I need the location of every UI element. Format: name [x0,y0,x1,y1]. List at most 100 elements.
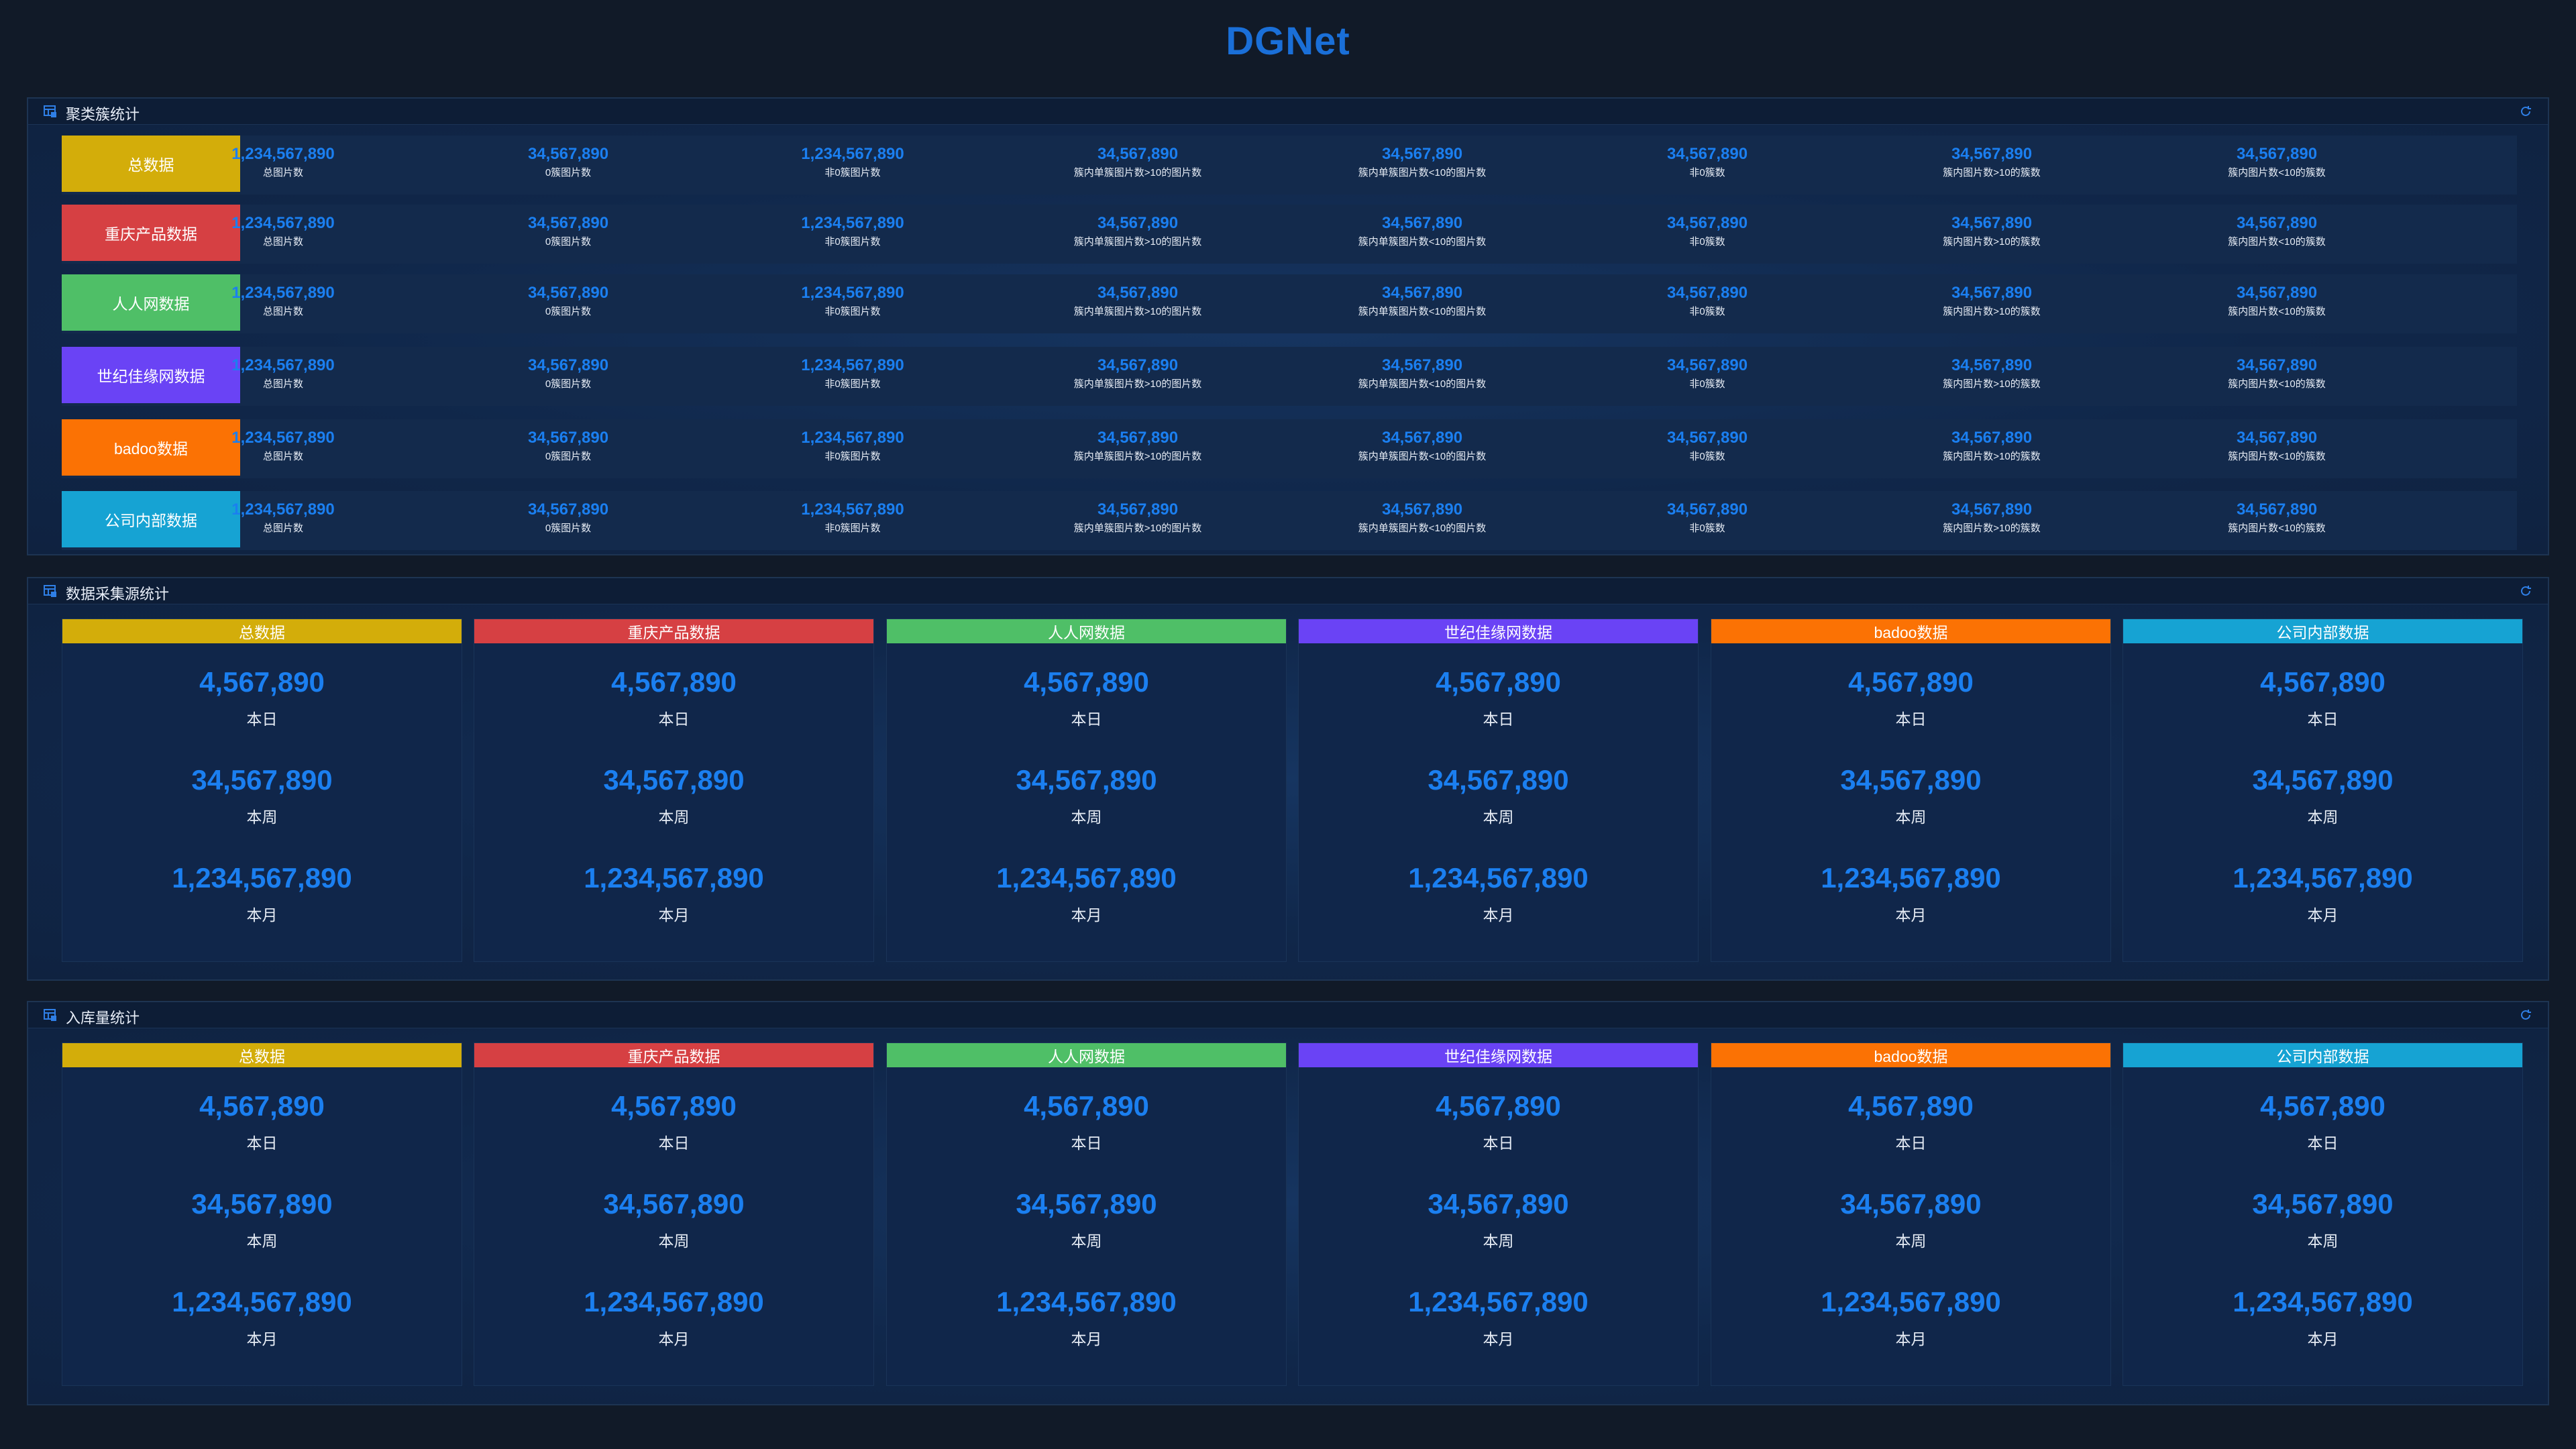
card-header[interactable]: 公司内部数据 [2123,619,2522,643]
metric-caption: 非0簇数 [1689,236,1725,248]
card-header[interactable]: 总数据 [62,619,462,643]
source-card: 重庆产品数据 4,567,890 本日 34,567,890 本周 1,234,567,8… [474,1042,874,1386]
stat-block: 34,567,890 本周 [474,764,873,827]
metric-caption: 簇内单簇图片数>10的图片数 [1073,451,1202,462]
stat-label: 本日 [2307,1134,2339,1152]
refresh-icon[interactable] [2518,104,2533,119]
source-card: 人人网数据 4,567,890 本日 34,567,890 本周 1,234,567,89… [886,619,1287,962]
stat-value: 1,234,567,890 [1408,1286,1589,1318]
stat-label: 本日 [2307,710,2339,728]
stat-block: 34,567,890 本周 [887,1188,1286,1251]
stat-value: 1,234,567,890 [2233,862,2413,894]
cluster-metric: 34,567,890 0簇图片数 [426,274,710,333]
table-icon [44,1009,56,1021]
card-header[interactable]: 重庆产品数据 [474,619,873,643]
cluster-metric: 34,567,890 非0簇数 [1565,347,1849,406]
cluster-row: 世纪佳缘网数据 1,234,567,890 总图片数 34,567,890 0簇图片数 1… [62,347,2517,406]
card-header[interactable]: 总数据 [62,1043,462,1067]
cluster-metric: 34,567,890 簇内单簇图片数<10的图片数 [1280,136,1564,195]
metric-value: 1,234,567,890 [801,356,904,374]
cluster-row: 重庆产品数据 1,234,567,890 总图片数 34,567,890 0簇图片数 1,… [62,205,2517,264]
metric-caption: 簇内单簇图片数>10的图片数 [1073,167,1202,178]
cluster-metric: 34,567,890 簇内图片数<10的簇数 [2135,274,2419,333]
stat-label: 本日 [1483,710,1514,728]
metric-caption: 非0簇数 [1689,306,1725,317]
cluster-metric: 1,234,567,890 非0簇图片数 [710,205,995,264]
metric-value: 34,567,890 [1666,429,1748,447]
metric-value: 34,567,890 [527,429,609,447]
stat-label: 本周 [1483,1232,1514,1250]
cluster-metric: 34,567,890 簇内单簇图片数>10的图片数 [996,491,1280,550]
cluster-metric: 1,234,567,890 总图片数 [141,491,425,550]
metric-value: 1,234,567,890 [801,214,904,232]
cluster-metric: 34,567,890 簇内单簇图片数<10的图片数 [1280,491,1564,550]
stat-value: 1,234,567,890 [996,862,1177,894]
cluster-metric: 34,567,890 簇内单簇图片数>10的图片数 [996,136,1280,195]
card-header[interactable]: 人人网数据 [887,619,1286,643]
stat-label: 本月 [1895,906,1927,924]
stat-label: 本周 [1071,1232,1102,1250]
metric-value: 34,567,890 [1381,214,1463,232]
stat-label: 本周 [1895,1232,1927,1250]
metric-caption: 簇内图片数<10的簇数 [2228,306,2326,317]
metric-value: 34,567,890 [527,500,609,519]
metric-caption: 簇内单簇图片数<10的图片数 [1358,236,1487,248]
stat-value: 34,567,890 [1016,1188,1157,1220]
cluster-metric: 1,234,567,890 非0簇图片数 [710,136,995,195]
stat-block: 4,567,890 本日 [1711,1090,2110,1153]
stat-value: 1,234,567,890 [2233,1286,2413,1318]
stat-block: 4,567,890 本日 [887,666,1286,729]
metric-caption: 簇内图片数>10的簇数 [1943,451,2041,462]
stat-block: 4,567,890 本日 [2123,666,2522,729]
stat-block: 1,234,567,890 本月 [2123,1286,2522,1349]
metric-value: 1,234,567,890 [801,429,904,447]
panel-header: 入库量统计 [28,1002,2548,1028]
metric-caption: 簇内图片数<10的簇数 [2228,167,2326,178]
stat-label: 本周 [2307,808,2339,826]
cluster-metric: 34,567,890 0簇图片数 [426,419,710,478]
metric-value: 34,567,890 [1097,500,1179,519]
stat-block: 1,234,567,890 本月 [474,1286,873,1349]
metric-caption: 簇内单簇图片数<10的图片数 [1358,451,1487,462]
cluster-metric: 34,567,890 非0簇数 [1565,136,1849,195]
metric-value: 34,567,890 [1666,356,1748,374]
metric-caption: 总图片数 [262,236,303,248]
collection-stats-panel: 数据采集源统计 总数据 4,567,890 本日 34,567,890 本周 1,234,… [27,577,2549,981]
cluster-metric: 34,567,890 0簇图片数 [426,347,710,406]
card-header[interactable]: badoo数据 [1711,1043,2110,1067]
cluster-metric: 34,567,890 簇内单簇图片数<10的图片数 [1280,274,1564,333]
metric-caption: 簇内单簇图片数<10的图片数 [1358,306,1487,317]
card-header[interactable]: badoo数据 [1711,619,2110,643]
stat-value: 4,567,890 [1024,666,1149,698]
cluster-metric: 1,234,567,890 总图片数 [141,136,425,195]
card-header[interactable]: 重庆产品数据 [474,1043,873,1067]
refresh-icon[interactable] [2518,584,2533,598]
card-header[interactable]: 公司内部数据 [2123,1043,2522,1067]
metric-caption: 簇内图片数>10的簇数 [1943,523,2041,534]
metric-caption: 非0簇图片数 [824,378,881,390]
metric-value: 1,234,567,890 [231,356,335,374]
metric-value: 34,567,890 [527,214,609,232]
metric-value: 34,567,890 [1951,429,2033,447]
metric-caption: 总图片数 [262,378,303,390]
metric-value: 34,567,890 [1381,145,1463,163]
metric-caption: 非0簇图片数 [824,306,881,317]
card-header[interactable]: 世纪佳缘网数据 [1299,619,1698,643]
metric-caption: 总图片数 [262,306,303,317]
metric-value: 34,567,890 [2236,429,2318,447]
cluster-metric: 34,567,890 簇内图片数>10的簇数 [1849,205,2134,264]
card-header[interactable]: 人人网数据 [887,1043,1286,1067]
metric-value: 34,567,890 [1381,356,1463,374]
cluster-metric: 34,567,890 簇内单簇图片数<10的图片数 [1280,205,1564,264]
cluster-metric: 1,234,567,890 非0簇图片数 [710,274,995,333]
refresh-icon[interactable] [2518,1008,2533,1022]
stat-value: 1,234,567,890 [996,1286,1177,1318]
stat-label: 本周 [1483,808,1514,826]
metric-value: 34,567,890 [1666,214,1748,232]
card-header[interactable]: 世纪佳缘网数据 [1299,1043,1698,1067]
source-card: 世纪佳缘网数据 4,567,890 本日 34,567,890 本周 1,234,567,… [1298,619,1699,962]
stat-label: 本月 [1483,1330,1514,1348]
metric-value: 34,567,890 [2236,145,2318,163]
metric-value: 34,567,890 [527,284,609,302]
metric-caption: 非0簇数 [1689,167,1725,178]
